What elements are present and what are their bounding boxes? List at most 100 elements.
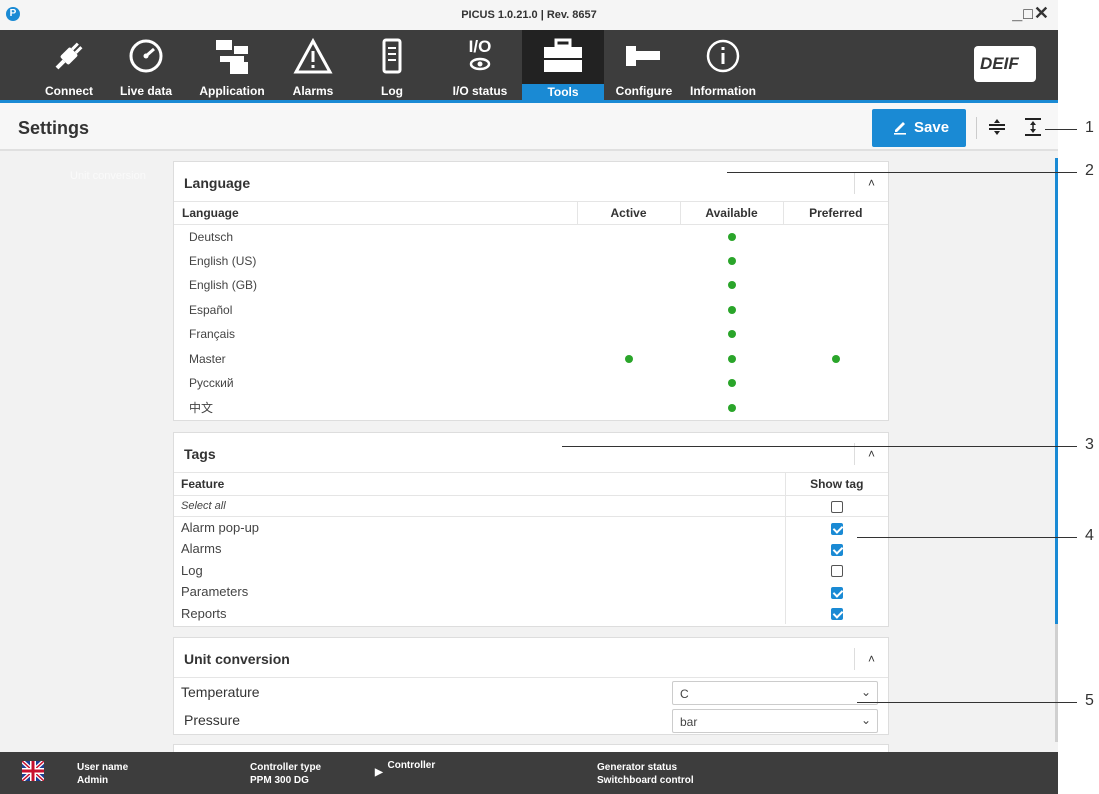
language-table: Language Active Available Preferred Deut… bbox=[174, 202, 888, 420]
show-tag-checkbox[interactable] bbox=[830, 565, 843, 578]
callout-number: 5 bbox=[1085, 692, 1094, 709]
select-all-label: Select all bbox=[181, 499, 226, 512]
nav-io-status[interactable]: I/O I/O status bbox=[438, 30, 522, 100]
language-row[interactable]: Deutsch bbox=[174, 224, 888, 249]
scrollbar-track[interactable] bbox=[1055, 624, 1058, 742]
controller-type-value: PPM 300 DG bbox=[250, 775, 309, 786]
callout-number: 1 bbox=[1085, 119, 1094, 136]
pressure-select[interactable]: bar ⌄ bbox=[672, 709, 878, 733]
preferred-indicator bbox=[831, 354, 840, 363]
available-indicator bbox=[727, 256, 736, 265]
generator-status-value: Switchboard control bbox=[597, 775, 694, 786]
language-name: Español bbox=[189, 302, 233, 317]
save-button[interactable]: Save bbox=[872, 109, 966, 147]
user-label: User name bbox=[77, 762, 129, 773]
language-row[interactable]: 中文 bbox=[174, 396, 888, 421]
tags-panel-header[interactable]: Tags ˄ bbox=[174, 433, 888, 473]
sidebar-item-unit-conversion[interactable]: Unit conversion bbox=[70, 170, 146, 182]
nav-label: Live data bbox=[119, 84, 173, 98]
unit-conversion-panel: Unit conversion ˄ Temperature C ⌄ Pressu… bbox=[173, 637, 889, 735]
close-icon[interactable]: ✕ bbox=[1034, 3, 1050, 24]
tags-table: Feature Show tag Select all Alarm pop-up… bbox=[174, 473, 888, 624]
play-icon: ▶ bbox=[375, 767, 383, 778]
callout-line bbox=[562, 446, 1077, 447]
brand-text: DEIF bbox=[980, 54, 1019, 73]
select-all-row: Select all bbox=[174, 495, 888, 517]
nav-log[interactable]: Log bbox=[356, 30, 428, 100]
tag-feature-name: Parameters bbox=[181, 584, 249, 600]
plug-icon bbox=[55, 42, 83, 70]
unit-conversion-panel-header[interactable]: Unit conversion ˄ bbox=[174, 638, 888, 678]
tag-feature-name: Log bbox=[181, 562, 203, 578]
deif-logo: DEIF bbox=[974, 46, 1036, 82]
callout-number: 3 bbox=[1085, 436, 1094, 453]
pencil-icon bbox=[894, 122, 906, 135]
temperature-select[interactable]: C ⌄ bbox=[672, 681, 878, 705]
collapse-icon[interactable]: ˄ bbox=[854, 172, 888, 194]
nav-connect[interactable]: Connect bbox=[38, 30, 100, 100]
language-name: English (US) bbox=[189, 253, 257, 268]
scrollbar-thumb[interactable] bbox=[1055, 158, 1058, 624]
title-bar: P PICUS 1.0.21.0 | Rev. 8657 _□✕ bbox=[0, 0, 1058, 30]
language-row[interactable]: English (GB) bbox=[174, 273, 888, 298]
available-indicator bbox=[727, 403, 736, 412]
save-label: Save bbox=[914, 119, 950, 136]
nav-label: Connect bbox=[45, 84, 93, 98]
expand-all-icon[interactable] bbox=[1022, 116, 1044, 138]
tags-panel: Tags ˄ Feature Show tag Select all Alarm… bbox=[173, 432, 889, 627]
language-name: 中文 bbox=[189, 401, 214, 416]
language-row[interactable]: English (US) bbox=[174, 249, 888, 274]
language-panel-header[interactable]: Language ˄ bbox=[174, 162, 888, 202]
column-header: Active bbox=[576, 202, 680, 225]
nav-configure[interactable]: Configure bbox=[608, 30, 680, 100]
language-row[interactable]: Español bbox=[174, 298, 888, 323]
tags-rows: Select all Alarm pop-up Alarms Log Paramete… bbox=[174, 495, 888, 624]
nav-alarms[interactable]: Alarms bbox=[282, 30, 344, 100]
available-indicator bbox=[727, 354, 736, 363]
chevron-down-icon: ⌄ bbox=[860, 685, 871, 699]
nav-application[interactable]: Application bbox=[194, 30, 270, 100]
show-tag-checkbox[interactable] bbox=[830, 586, 843, 599]
active-indicator bbox=[624, 354, 633, 363]
tag-row: Alarm pop-up bbox=[174, 516, 888, 538]
controller-label: Controller bbox=[387, 760, 436, 771]
chevron-down-icon: ⌄ bbox=[860, 713, 871, 727]
available-indicator bbox=[727, 281, 736, 290]
page-header: Settings Save bbox=[0, 103, 1058, 151]
controller-link[interactable]: ▶ Controller bbox=[375, 760, 436, 778]
nav-tools[interactable]: Tools bbox=[522, 30, 604, 100]
uk-flag-icon[interactable] bbox=[22, 761, 44, 781]
language-row[interactable]: Français bbox=[174, 322, 888, 347]
nav-label: I/O status bbox=[452, 84, 508, 98]
language-name: Français bbox=[189, 327, 236, 342]
nav-label: Application bbox=[199, 84, 265, 98]
pressure-row: Pressure bar ⌄ bbox=[174, 706, 888, 734]
tag-row: Alarms bbox=[174, 538, 888, 560]
show-tag-checkbox[interactable] bbox=[830, 608, 843, 621]
nav-live-data[interactable]: Live data bbox=[110, 30, 182, 100]
callout-line bbox=[727, 172, 1077, 173]
collapse-all-icon[interactable] bbox=[986, 116, 1008, 138]
language-row[interactable]: Русский bbox=[174, 371, 888, 396]
controller-type-info: Controller type PPM 300 DG bbox=[250, 761, 321, 787]
panel-title: Language bbox=[184, 175, 251, 191]
controller-type-label: Controller type bbox=[250, 762, 322, 773]
nav-label: Alarms bbox=[292, 84, 334, 98]
tag-feature-name: Alarm pop-up bbox=[181, 520, 260, 535]
minimize-icon[interactable]: _ bbox=[1012, 3, 1023, 24]
language-row[interactable]: Master bbox=[174, 347, 888, 372]
tag-feature-name: Reports bbox=[181, 605, 227, 621]
generator-status-label: Generator status bbox=[597, 762, 678, 773]
language-name: Master bbox=[189, 351, 226, 366]
show-tag-checkbox[interactable] bbox=[830, 522, 843, 535]
user-value: Admin bbox=[77, 775, 109, 786]
select-all-checkbox[interactable] bbox=[830, 500, 843, 513]
show-tag-checkbox[interactable] bbox=[830, 543, 843, 556]
application-icon bbox=[216, 40, 248, 74]
collapse-icon[interactable]: ˄ bbox=[854, 648, 888, 670]
nav-information[interactable]: Information bbox=[680, 30, 766, 100]
available-indicator bbox=[727, 379, 736, 388]
maximize-icon[interactable]: □ bbox=[1023, 6, 1034, 24]
window-title: PICUS 1.0.21.0 | Rev. 8657 bbox=[461, 9, 597, 21]
available-indicator bbox=[727, 232, 736, 241]
